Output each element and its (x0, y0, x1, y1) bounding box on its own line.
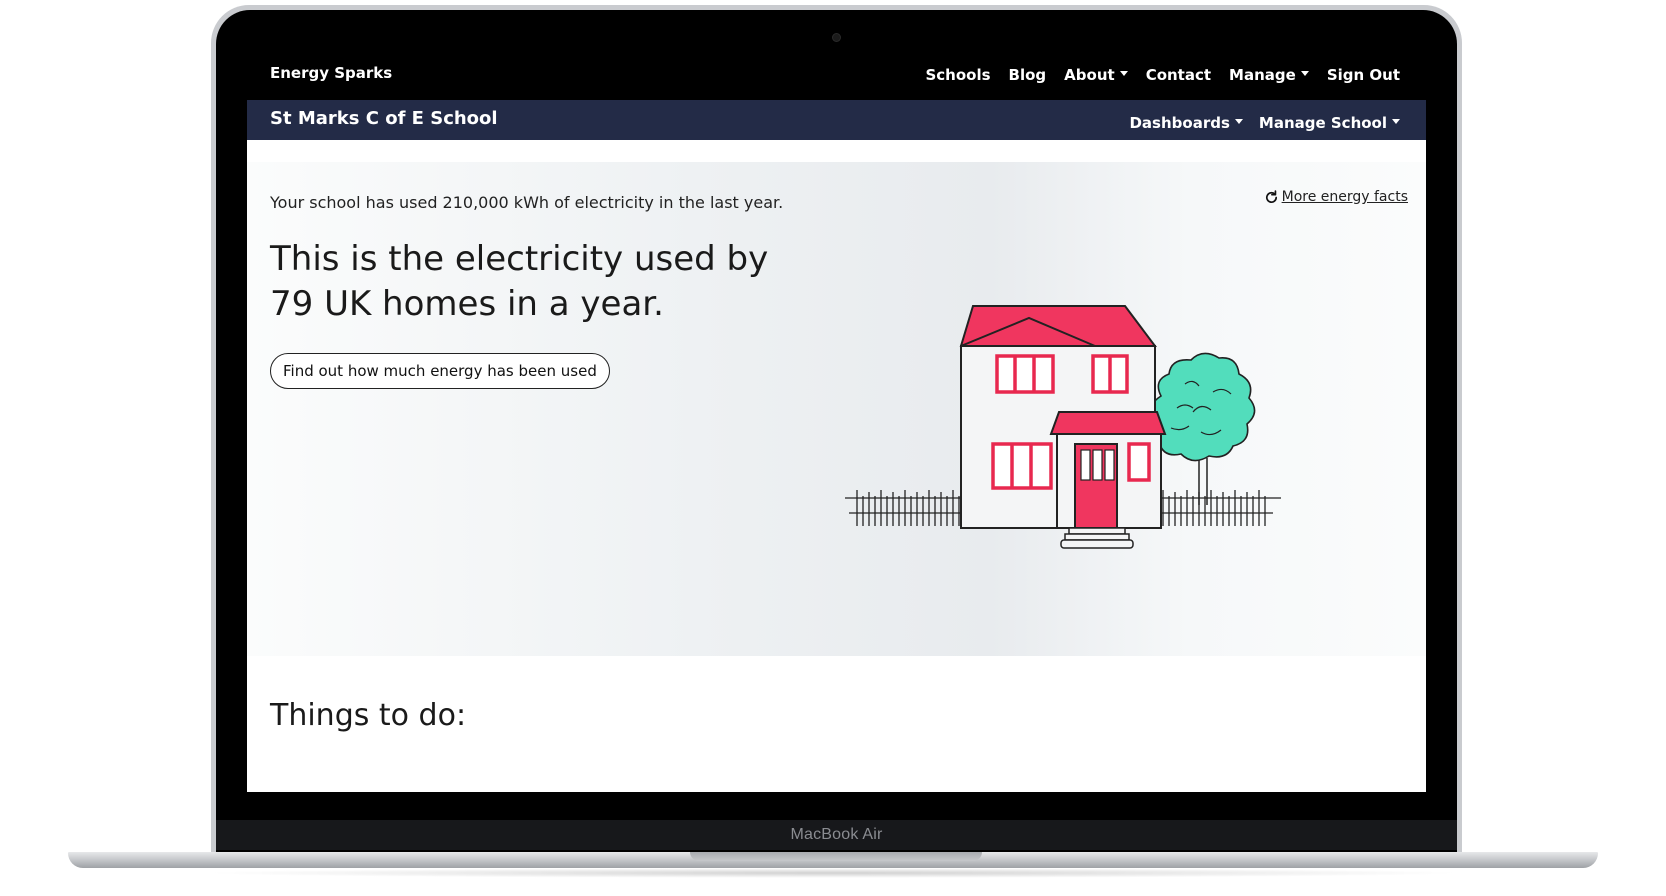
house-illustration (845, 305, 1281, 549)
refresh-icon (1265, 189, 1277, 203)
school-nav-links: Dashboards Manage School (1129, 114, 1400, 132)
nav-about-label: About (1064, 66, 1115, 84)
nav-manage-dropdown[interactable]: Manage (1229, 66, 1309, 84)
chevron-down-icon (1234, 119, 1243, 124)
nav-sign-out[interactable]: Sign Out (1327, 66, 1400, 84)
nav-dashboards-label: Dashboards (1129, 114, 1230, 132)
nav-manage-school-label: Manage School (1258, 114, 1387, 132)
laptop-shadow (200, 868, 1466, 878)
energy-fact-panel: Your school has used 210,000 kWh of elec… (247, 162, 1426, 656)
right-fence (1159, 490, 1281, 526)
top-navbar: Energy Sparks Schools Blog About Contact… (247, 44, 1426, 100)
things-to-do-heading: Things to do: (270, 698, 467, 733)
nav-blog-label: Blog (1008, 66, 1047, 84)
more-energy-facts-label: More energy facts (1281, 189, 1408, 205)
laptop-chin: MacBook Air (216, 820, 1457, 850)
left-fence (845, 490, 963, 526)
chevron-down-icon (1392, 119, 1400, 124)
nav-contact[interactable]: Contact (1146, 66, 1211, 84)
brand-logo-link[interactable]: Energy Sparks (270, 64, 392, 82)
nav-dashboards-dropdown[interactable]: Dashboards (1129, 114, 1243, 132)
energy-usage-summary: Your school has used 210,000 kWh of elec… (270, 193, 784, 212)
tree (1150, 352, 1256, 505)
webcam-icon (833, 34, 840, 41)
school-name-link[interactable]: St Marks C of E School (270, 108, 498, 129)
nav-schools[interactable]: Schools (925, 66, 990, 84)
headline-line-1: This is the electricity used by (270, 239, 769, 279)
chevron-down-icon (1119, 71, 1128, 76)
find-out-energy-button[interactable]: Find out how much energy has been used (270, 353, 610, 389)
chevron-down-icon (1300, 71, 1309, 76)
headline-line-2: 79 UK homes in a year. (270, 284, 664, 324)
nav-about-dropdown[interactable]: About (1064, 66, 1128, 84)
energy-fact-headline: This is the electricity used by 79 UK ho… (270, 237, 830, 327)
laptop-notch (690, 852, 982, 861)
nav-manage-label: Manage (1229, 66, 1296, 84)
house-roof (959, 305, 1157, 347)
school-navbar: St Marks C of E School Dashboards Manage… (247, 100, 1426, 140)
device-label: MacBook Air (790, 826, 883, 843)
nav-sign-out-label: Sign Out (1326, 66, 1400, 84)
more-energy-facts-link[interactable]: More energy facts (1264, 189, 1408, 205)
screen: Energy Sparks Schools Blog About Contact… (247, 44, 1426, 792)
nav-blog[interactable]: Blog (1009, 66, 1047, 84)
nav-contact-label: Contact (1145, 66, 1212, 84)
top-nav-links: Schools Blog About Contact Manage Sign O… (925, 66, 1400, 84)
nav-manage-school-dropdown[interactable]: Manage School (1259, 114, 1400, 132)
house-steps (1060, 527, 1134, 549)
nav-schools-label: Schools (925, 66, 991, 84)
